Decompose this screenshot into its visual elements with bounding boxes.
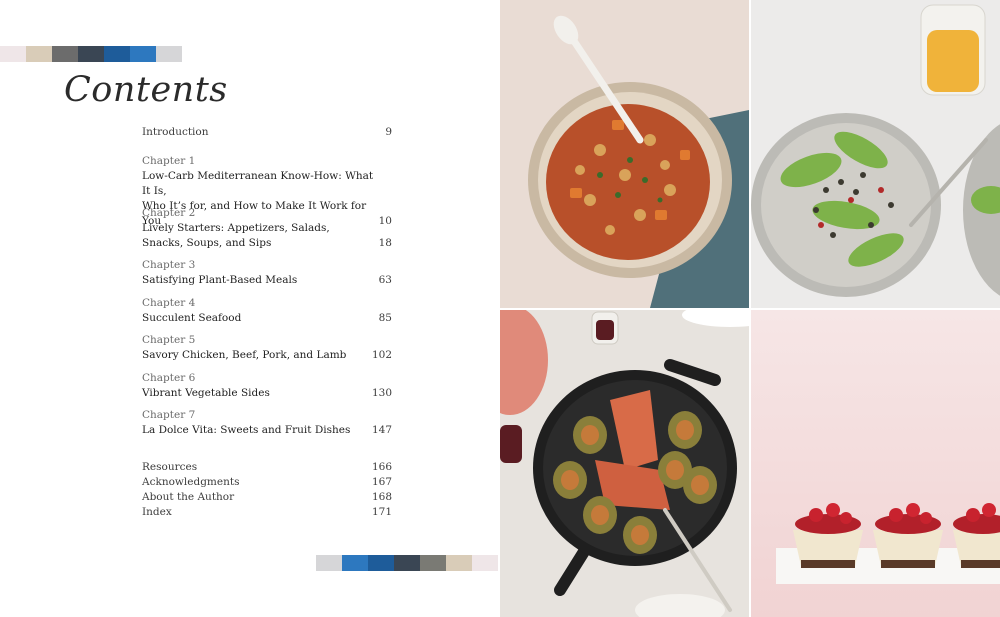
toc-entry-index[interactable]: Index 171: [142, 505, 392, 520]
toc-entry-about-the-author[interactable]: About the Author 168: [142, 490, 392, 505]
chapter-kicker: Chapter 3: [142, 259, 196, 271]
chapter-title: Succulent Seafood: [142, 312, 242, 324]
salmon-figs-skillet-photo: [500, 310, 749, 617]
swatch: [156, 46, 182, 62]
toc-entry-resources[interactable]: Resources 166: [142, 460, 392, 475]
toc-page-number: 147: [371, 424, 392, 436]
toc-page-number: 167: [371, 476, 392, 488]
chapter-kicker: Chapter 2: [142, 207, 196, 219]
chapter-title: Low-Carb Mediterranean Know-How: What It…: [142, 170, 374, 197]
contents-page: Contents Introduction 9 Chapter 1 Low-Ca…: [0, 0, 500, 617]
chapter-kicker: Chapter 1: [142, 155, 196, 167]
toc-entry-chapter-7[interactable]: Chapter 7 La Dolce Vita: Sweets and Frui…: [142, 408, 392, 438]
toc-page-number: 85: [378, 312, 392, 324]
swatch: [394, 555, 420, 571]
swatch: [78, 46, 104, 62]
toc-entry-acknowledgments[interactable]: Acknowledgments 167: [142, 475, 392, 490]
chapter-title: Snacks, Soups, and Sips: [142, 237, 272, 249]
toc-entry-chapter-4[interactable]: Chapter 4 Succulent Seafood 85: [142, 296, 392, 326]
chapter-title: La Dolce Vita: Sweets and Fruit Dishes: [142, 424, 351, 436]
mini-cheesecakes-photo: [751, 310, 1000, 617]
toc-label: Index: [142, 506, 172, 518]
swatch: [52, 46, 78, 62]
chapter-kicker: Chapter 5: [142, 334, 196, 346]
toc-page-number: 102: [371, 349, 392, 361]
chapter-kicker: Chapter 4: [142, 297, 196, 309]
toc-page-number: 171: [371, 506, 392, 518]
chapter-title: Satisfying Plant-Based Meals: [142, 274, 298, 286]
color-swatch-bar-bottom: [316, 555, 498, 571]
swatch: [420, 555, 446, 571]
toc-page-number: 9: [385, 126, 392, 138]
swatch: [130, 46, 156, 62]
chapter-title: Lively Starters: Appetizers, Salads,: [142, 222, 330, 234]
page-title: Contents: [64, 70, 228, 110]
swatch: [472, 555, 498, 571]
toc-page-number: 130: [371, 387, 392, 399]
color-swatch-bar-top: [0, 46, 182, 62]
swatch: [368, 555, 394, 571]
toc-entry-chapter-3[interactable]: Chapter 3 Satisfying Plant-Based Meals 6…: [142, 258, 392, 288]
swatch: [342, 555, 368, 571]
toc-entry-chapter-5[interactable]: Chapter 5 Savory Chicken, Beef, Pork, an…: [142, 333, 392, 363]
chapter-kicker: Chapter 7: [142, 409, 196, 421]
chickpea-stew-photo: [500, 0, 749, 308]
swatch: [316, 555, 342, 571]
toc-entry-introduction[interactable]: Introduction 9: [142, 125, 392, 140]
swatch: [104, 46, 130, 62]
toc-page-number: 18: [378, 237, 392, 249]
lentil-salad-photo: [751, 0, 1000, 308]
chapter-title: Vibrant Vegetable Sides: [142, 387, 270, 399]
toc-page-number: 168: [371, 491, 392, 503]
toc-entry-chapter-6[interactable]: Chapter 6 Vibrant Vegetable Sides 130: [142, 371, 392, 401]
toc-entry-chapter-2[interactable]: Chapter 2 Lively Starters: Appetizers, S…: [142, 206, 392, 251]
toc-page-number: 166: [371, 461, 392, 473]
toc-label: Acknowledgments: [142, 476, 240, 488]
toc-label: About the Author: [142, 491, 235, 503]
toc-label: Introduction: [142, 126, 209, 138]
toc-label: Resources: [142, 461, 198, 473]
toc-page-number: 63: [378, 274, 392, 286]
swatch: [0, 46, 26, 62]
swatch: [446, 555, 472, 571]
chapter-kicker: Chapter 6: [142, 372, 196, 384]
swatch: [26, 46, 52, 62]
chapter-title: Savory Chicken, Beef, Pork, and Lamb: [142, 349, 347, 361]
